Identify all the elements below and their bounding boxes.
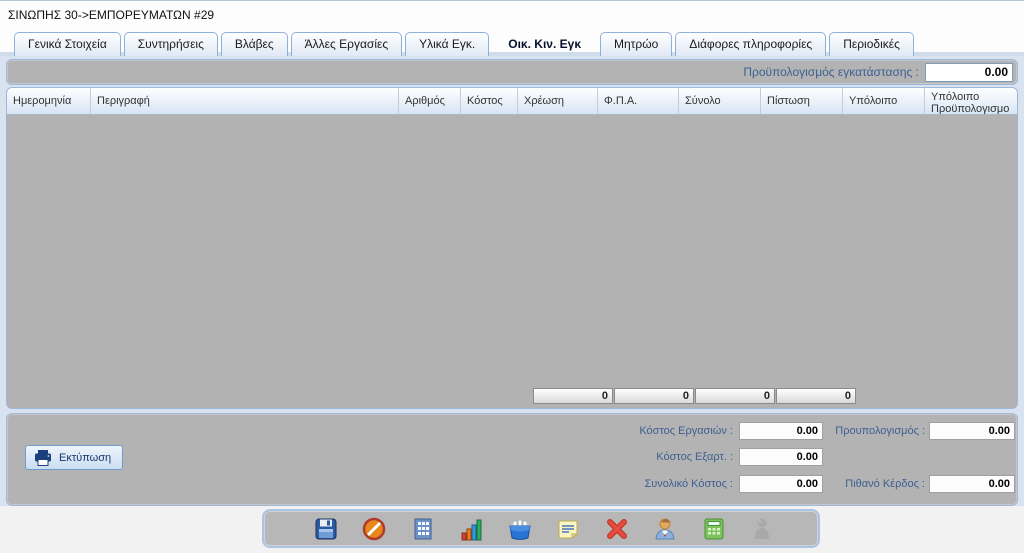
col-header-cost[interactable]: Κόστος — [461, 88, 518, 114]
col-header-total[interactable]: Σύνολο — [679, 88, 761, 114]
label-cost-parts: Κόστος Εξαρτ. : — [541, 451, 733, 463]
calculator-icon[interactable] — [700, 515, 728, 543]
tab-bar: Γενικά Στοιχεία Συντηρήσεις Βλάβες Άλλες… — [0, 28, 1024, 56]
col-header-balance[interactable]: Υπόλοιπο — [843, 88, 925, 114]
printer-icon — [34, 450, 52, 466]
label-total-cost: Συνολικό Κόστος : — [541, 478, 733, 490]
bottom-bar — [0, 506, 1024, 553]
col-header-number[interactable]: Αριθμός — [399, 88, 461, 114]
tab-page-content: Προϋπολογισμός εγκατάστασης : 0.00 Ημερο… — [0, 56, 1024, 506]
chart-icon[interactable] — [457, 515, 485, 543]
col-header-credit[interactable]: Πίστωση — [761, 88, 843, 114]
tab-genika-stoixeia[interactable]: Γενικά Στοιχεία — [14, 32, 121, 56]
label-budget-total: Προυπολογισμός : — [823, 425, 925, 437]
field-total-cost: 0.00 — [739, 475, 823, 493]
grid-total-vat: 0 — [614, 388, 694, 404]
grid-total-debit: 0 — [533, 388, 613, 404]
archive-box-icon[interactable] — [506, 515, 534, 543]
field-budget-total: 0.00 — [929, 422, 1015, 440]
main-toolbar — [262, 509, 820, 548]
grid-total-credit: 0 — [776, 388, 856, 404]
save-icon[interactable] — [312, 515, 340, 543]
app-window: ΣΙΝΩΠΗΣ 30->ΕΜΠΟΡΕΥΜΑΤΩΝ #29 Γενικά Στοι… — [0, 0, 1024, 553]
cancel-icon[interactable] — [360, 515, 388, 543]
tab-mitroo[interactable]: Μητρώο — [600, 32, 672, 56]
grid-body-empty[interactable] — [7, 115, 1017, 408]
tab-periodikes[interactable]: Περιοδικές — [829, 32, 914, 56]
col-header-description[interactable]: Περιγραφή — [91, 88, 399, 114]
tab-alles-ergasies[interactable]: Άλλες Εργασίες — [291, 32, 402, 56]
grid-header-row: Ημερομηνία Περιγραφή Αριθμός Κόστος Χρέω… — [7, 88, 1017, 115]
building-icon[interactable] — [409, 515, 437, 543]
tab-syntiriseis[interactable]: Συντηρήσεις — [124, 32, 218, 56]
tab-diafores-plirofories[interactable]: Διάφορες πληροφορίες — [675, 32, 826, 56]
field-probable-profit: 0.00 — [929, 475, 1015, 493]
delete-icon[interactable] — [603, 515, 631, 543]
budget-input[interactable]: 0.00 — [925, 63, 1013, 82]
print-button[interactable]: Εκτύπωση — [25, 445, 123, 470]
disabled-user-icon — [748, 515, 776, 543]
budget-bar: Προϋπολογισμός εγκατάστασης : 0.00 — [6, 59, 1018, 85]
tab-oik-kin-egk[interactable]: Οικ. Κιν. Εγκ — [492, 32, 597, 56]
col-header-date[interactable]: Ημερομηνία — [7, 88, 91, 114]
note-icon[interactable] — [554, 515, 582, 543]
grid-total-total: 0 — [695, 388, 775, 404]
records-grid: Ημερομηνία Περιγραφή Αριθμός Κόστος Χρέω… — [6, 87, 1018, 409]
col-header-vat[interactable]: Φ.Π.Α. — [598, 88, 679, 114]
tab-ylika-egk[interactable]: Υλικά Εγκ. — [405, 32, 489, 56]
print-button-label: Εκτύπωση — [59, 452, 111, 464]
field-cost-works: 0.00 — [739, 422, 823, 440]
col-header-budget-balance[interactable]: Υπόλοιπο Προϋπολογισμο — [925, 88, 1017, 114]
tab-vlaves[interactable]: Βλάβες — [221, 32, 288, 56]
page-title: ΣΙΝΩΠΗΣ 30->ΕΜΠΟΡΕΥΜΑΤΩΝ #29 — [0, 1, 1024, 28]
budget-label: Προϋπολογισμός εγκατάστασης : — [743, 65, 919, 79]
label-probable-profit: Πιθανό Κέρδος : — [823, 478, 925, 490]
field-cost-parts: 0.00 — [739, 448, 823, 466]
summary-panel: Εκτύπωση Κόστος Εργασιών : 0.00 Προυπολο… — [6, 413, 1018, 506]
label-cost-works: Κόστος Εργασιών : — [541, 425, 733, 437]
user-icon[interactable] — [651, 515, 679, 543]
col-header-debit[interactable]: Χρέωση — [518, 88, 598, 114]
